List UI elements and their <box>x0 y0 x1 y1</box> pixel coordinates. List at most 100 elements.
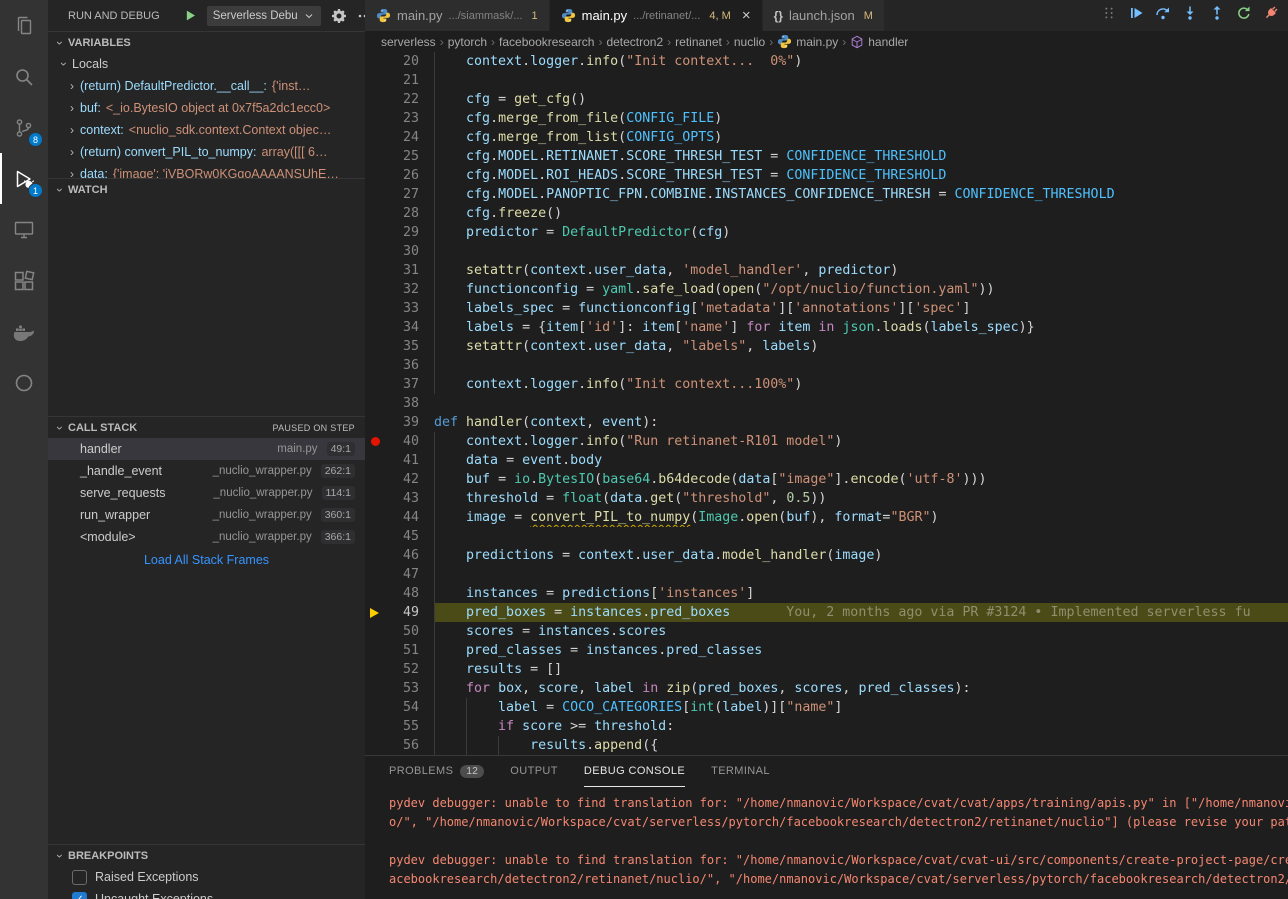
line-number[interactable]: 27 <box>387 185 419 204</box>
line-content[interactable] <box>434 527 1288 546</box>
code-editor[interactable]: 20 context.logger.info("Init context... … <box>365 52 1288 755</box>
line-content[interactable]: results = [] <box>434 660 1288 679</box>
line-content[interactable] <box>434 565 1288 584</box>
line-content[interactable]: cfg = get_cfg() <box>434 90 1288 109</box>
code-line[interactable]: 39def handler(context, event): <box>365 413 1288 432</box>
line-number[interactable]: 20 <box>387 52 419 71</box>
step-out-icon[interactable] <box>1208 4 1226 22</box>
breadcrumb-item[interactable]: retinanet <box>675 35 722 49</box>
code-line[interactable]: 20 context.logger.info("Init context... … <box>365 52 1288 71</box>
activity-item-extensions[interactable] <box>0 255 48 306</box>
code-line[interactable]: 25 cfg.MODEL.RETINANET.SCORE_THRESH_TEST… <box>365 147 1288 166</box>
line-content[interactable]: for box, score, label in zip(pred_boxes,… <box>434 679 1288 698</box>
gear-icon[interactable] <box>331 8 347 24</box>
code-line[interactable]: 30 <box>365 242 1288 261</box>
line-number[interactable]: 40 <box>387 432 419 451</box>
line-number[interactable]: 48 <box>387 584 419 603</box>
gutter-glyph-margin[interactable] <box>365 299 387 318</box>
breadcrumb-item[interactable]: serverless <box>381 35 436 49</box>
variable-row[interactable]: ›context:<nuclio_sdk.context.Context obj… <box>48 119 365 141</box>
code-line[interactable]: 50 scores = instances.scores <box>365 622 1288 641</box>
start-debugging-button[interactable] <box>184 9 197 22</box>
load-all-stack-frames-link[interactable]: Load All Stack Frames <box>48 548 365 572</box>
line-content[interactable] <box>434 394 1288 413</box>
breakpoints-section-header[interactable]: › BREAKPOINTS <box>48 844 365 866</box>
stack-frame-row[interactable]: run_wrapper_nuclio_wrapper.py360:1 <box>48 504 365 526</box>
stack-frame-row[interactable]: serve_requests_nuclio_wrapper.py114:1 <box>48 482 365 504</box>
breadcrumb-item[interactable]: facebookresearch <box>499 35 594 49</box>
gutter-glyph-margin[interactable] <box>365 337 387 356</box>
tab-main.py[interactable]: main.py.../siammask/...1 <box>365 0 550 31</box>
disconnect-icon[interactable] <box>1262 4 1280 22</box>
panel-tab-problems[interactable]: PROBLEMS12 <box>389 756 484 787</box>
line-content[interactable]: setattr(context.user_data, 'model_handle… <box>434 261 1288 280</box>
line-number[interactable]: 25 <box>387 147 419 166</box>
activity-item-explorer[interactable] <box>0 0 48 51</box>
line-number[interactable]: 50 <box>387 622 419 641</box>
line-content[interactable]: data = event.body <box>434 451 1288 470</box>
variables-section-header[interactable]: › VARIABLES <box>48 31 365 53</box>
gutter-glyph-margin[interactable] <box>365 109 387 128</box>
gutter-glyph-margin[interactable] <box>365 489 387 508</box>
variable-row[interactable]: ›buf:<_io.BytesIO object at 0x7f5a2dc1ec… <box>48 97 365 119</box>
line-content[interactable]: cfg.MODEL.ROI_HEADS.SCORE_THRESH_TEST = … <box>434 166 1288 185</box>
line-number[interactable]: 34 <box>387 318 419 337</box>
code-line[interactable]: 37 context.logger.info("Init context...1… <box>365 375 1288 394</box>
breadcrumb-item[interactable]: main.py <box>777 34 838 49</box>
code-line[interactable]: 38 <box>365 394 1288 413</box>
panel-tab-output[interactable]: OUTPUT <box>510 756 558 787</box>
variable-row[interactable]: ›data:{'image': 'iVBORw0KGgoAAAANSUhE… <box>48 163 365 178</box>
line-number[interactable]: 37 <box>387 375 419 394</box>
code-line[interactable]: 41 data = event.body <box>365 451 1288 470</box>
line-content[interactable] <box>434 71 1288 90</box>
line-content[interactable]: scores = instances.scores <box>434 622 1288 641</box>
line-content[interactable]: cfg.MODEL.RETINANET.SCORE_THRESH_TEST = … <box>434 147 1288 166</box>
variable-row[interactable]: ›(return) DefaultPredictor.__call__:{'in… <box>48 75 365 97</box>
line-content[interactable]: def handler(context, event): <box>434 413 1288 432</box>
line-number[interactable]: 43 <box>387 489 419 508</box>
gutter-glyph-margin[interactable] <box>365 641 387 660</box>
breakpoint-row[interactable]: Raised Exceptions <box>48 866 365 888</box>
line-number[interactable]: 28 <box>387 204 419 223</box>
gutter-glyph-margin[interactable] <box>365 546 387 565</box>
code-line[interactable]: 43 threshold = float(data.get("threshold… <box>365 489 1288 508</box>
line-number[interactable]: 54 <box>387 698 419 717</box>
line-number[interactable]: 33 <box>387 299 419 318</box>
checkbox[interactable]: ✓ <box>72 892 87 899</box>
line-content[interactable]: cfg.merge_from_list(CONFIG_OPTS) <box>434 128 1288 147</box>
gutter-glyph-margin[interactable] <box>365 356 387 375</box>
code-line[interactable]: 32 functionconfig = yaml.safe_load(open(… <box>365 280 1288 299</box>
gutter-glyph-margin[interactable] <box>365 736 387 755</box>
gutter-glyph-margin[interactable] <box>365 660 387 679</box>
line-number[interactable]: 32 <box>387 280 419 299</box>
code-line[interactable]: 27 cfg.MODEL.PANOPTIC_FPN.COMBINE.INSTAN… <box>365 185 1288 204</box>
panel-tab-terminal[interactable]: TERMINAL <box>711 756 770 787</box>
gutter-glyph-margin[interactable] <box>365 508 387 527</box>
line-content[interactable]: labels_spec = functionconfig['metadata']… <box>434 299 1288 318</box>
line-content[interactable]: pred_classes = instances.pred_classes <box>434 641 1288 660</box>
step-over-icon[interactable] <box>1154 4 1172 22</box>
code-line[interactable]: 34 labels = {item['id']: item['name'] fo… <box>365 318 1288 337</box>
code-line[interactable]: 49 pred_boxes = instances.pred_boxesYou,… <box>365 603 1288 622</box>
line-number[interactable]: 24 <box>387 128 419 147</box>
code-line[interactable]: 23 cfg.merge_from_file(CONFIG_FILE) <box>365 109 1288 128</box>
gutter-glyph-margin[interactable] <box>365 698 387 717</box>
call-stack-section-header[interactable]: › CALL STACK PAUSED ON STEP <box>48 416 365 438</box>
code-line[interactable]: 31 setattr(context.user_data, 'model_han… <box>365 261 1288 280</box>
code-line[interactable]: 40 context.logger.info("Run retinanet-R1… <box>365 432 1288 451</box>
line-number[interactable]: 53 <box>387 679 419 698</box>
code-line[interactable]: 47 <box>365 565 1288 584</box>
code-line[interactable]: 28 cfg.freeze() <box>365 204 1288 223</box>
line-content[interactable]: if score >= threshold: <box>434 717 1288 736</box>
code-line[interactable]: 35 setattr(context.user_data, "labels", … <box>365 337 1288 356</box>
line-content[interactable]: context.logger.info("Init context...100%… <box>434 375 1288 394</box>
gutter-glyph-margin[interactable] <box>365 261 387 280</box>
code-line[interactable]: 56 results.append({ <box>365 736 1288 755</box>
gutter-glyph-margin[interactable] <box>365 71 387 90</box>
step-into-icon[interactable] <box>1181 4 1199 22</box>
breadcrumb-item[interactable]: handler <box>850 35 908 49</box>
gutter-glyph-margin[interactable] <box>365 622 387 641</box>
line-number[interactable]: 49 <box>387 603 419 622</box>
gutter-glyph-margin[interactable] <box>365 166 387 185</box>
code-line[interactable]: 21 <box>365 71 1288 90</box>
